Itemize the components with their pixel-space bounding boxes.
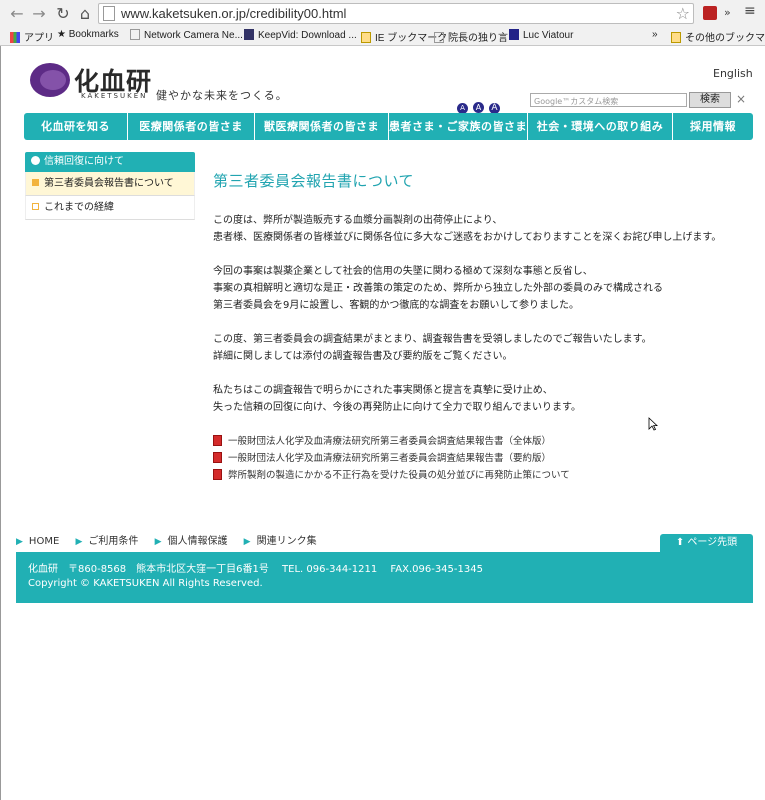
font-size-controls: AAA <box>457 95 505 114</box>
triangle-right-icon: ▶ <box>75 537 83 547</box>
bookmarks-bar: アプリ ★ Bookmarks Network Camera Ne... Kee… <box>0 27 765 45</box>
footer-link-home[interactable]: ▶ HOME <box>16 536 59 547</box>
bookmark-other[interactable]: その他のブックマーク <box>671 29 765 44</box>
search-button[interactable]: 検索 <box>689 92 731 108</box>
apps-icon <box>10 32 20 43</box>
keepvid-icon <box>244 29 254 40</box>
global-nav: 化血研を知る 医療関係者の皆さま 獣医療関係者の皆さま 患者さま・ご家族の皆さま… <box>24 113 753 140</box>
tagline: 健やかな未来をつくる。 <box>156 89 288 102</box>
footer-address: 化血研 〒860-8568 熊本市北区大窪一丁目6番1号 TEL. 096-34… <box>28 564 483 575</box>
paragraph: この度、第三者委員会の調査結果がまとまり、調査報告書を受領しましたのでご報告いた… <box>213 334 652 362</box>
pdf-icon <box>213 452 222 463</box>
paragraph: この度は、弊所が製造販売する血漿分画製剤の出荷停止により、 患者様、医療関係者の… <box>213 215 722 243</box>
square-bullet-icon <box>32 179 39 186</box>
menu-icon[interactable]: ≡ <box>744 3 756 19</box>
bookmark-director[interactable]: 院長の独り言 <box>434 29 508 44</box>
gnav-patients[interactable]: 患者さま・ご家族の皆さま <box>389 113 528 140</box>
folder-icon <box>671 32 681 43</box>
english-link[interactable]: English <box>713 67 753 80</box>
sidebar: 信頼回復に向けて 第三者委員会報告書について これまでの経緯 <box>25 152 195 220</box>
footer: 化血研 〒860-8568 熊本市北区大窪一丁目6番1号 TEL. 096-34… <box>16 552 753 603</box>
pdf-icon <box>213 469 222 480</box>
bookmark-keepvid[interactable]: KeepVid: Download ... <box>244 29 357 41</box>
page-icon <box>103 6 115 21</box>
back-icon[interactable]: ← <box>8 5 26 23</box>
footer-link-privacy[interactable]: ▶ 個人情報保護 <box>155 536 228 547</box>
home-icon[interactable]: ⌂ <box>76 5 94 23</box>
page-icon <box>434 32 444 43</box>
sidebar-item-report[interactable]: 第三者委員会報告書について <box>25 172 195 196</box>
mouse-cursor-icon <box>648 417 658 431</box>
bookmark-apps[interactable]: アプリ <box>10 29 54 44</box>
pdf-link-summary[interactable]: 一般財団法人化学及血清療法研究所第三者委員会調査結果報告書（要約版） <box>213 450 753 467</box>
sidebar-heading: 信頼回復に向けて <box>25 152 195 172</box>
page-icon <box>130 29 140 40</box>
footer-link-links[interactable]: ▶ 関連リンク集 <box>244 536 317 547</box>
paragraph: 今回の事案は製薬企業として社会的信用の失墜に関わる極めて深刻な事態と反省し、 事… <box>213 266 663 311</box>
star-icon: ★ <box>57 29 69 40</box>
bookmark-star-icon[interactable]: ☆ <box>676 4 690 23</box>
circle-arrow-icon <box>31 156 40 165</box>
arrow-up-icon: ⬆ <box>675 537 688 548</box>
extension-icon[interactable] <box>703 6 717 20</box>
pdf-link-list: 一般財団法人化学及血清療法研究所第三者委員会調査結果報告書（全体版） 一般財団法… <box>213 433 753 484</box>
bookmark-luc-viatour[interactable]: Luc Viatour <box>509 29 573 41</box>
url-text[interactable]: www.kaketsuken.or.jp/credibility00.html <box>121 6 346 21</box>
paragraph: 私たちはこの調査報告で明らかにされた事実関係と提言を真摯に受け止め、 失った信頼… <box>213 385 581 413</box>
search-clear-icon[interactable]: × <box>736 92 746 106</box>
window-edge <box>0 46 3 800</box>
more-extensions-icon[interactable]: » <box>724 6 731 19</box>
triangle-right-icon: ▶ <box>154 537 162 547</box>
logo-subtext: KAKETSUKEN <box>81 92 148 100</box>
luc-icon <box>509 29 519 40</box>
gnav-recruit[interactable]: 採用情報 <box>673 113 753 140</box>
triangle-right-icon: ▶ <box>243 537 251 547</box>
page-top-button[interactable]: ⬆ ページ先頭 <box>660 534 753 552</box>
search-input[interactable]: Google™カスタム検索 <box>530 93 687 107</box>
gnav-about[interactable]: 化血研を知る <box>24 113 128 140</box>
reload-icon[interactable]: ↻ <box>54 5 72 23</box>
footer-nav: ▶ HOME ▶ ご利用条件 ▶ 個人情報保護 ▶ 関連リンク集 <box>16 532 330 547</box>
page-title: 第三者委員会報告書について <box>213 172 415 190</box>
gnav-csr[interactable]: 社会・環境への取り組み <box>528 113 673 140</box>
sidebar-item-history[interactable]: これまでの経緯 <box>25 196 195 220</box>
font-size-medium-button[interactable]: A <box>473 102 484 113</box>
logo-mark-icon <box>30 63 70 97</box>
square-bullet-icon <box>32 203 39 210</box>
pdf-link-measures[interactable]: 弊所製剤の製造にかかる不正行為を受けた役員の処分並びに再発防止策について <box>213 467 753 484</box>
pdf-link-full[interactable]: 一般財団法人化学及血清療法研究所第三者委員会調査結果報告書（全体版） <box>213 433 753 450</box>
bookmarks-overflow[interactable]: » <box>652 29 658 40</box>
folder-icon <box>361 32 371 43</box>
main-content: 第三者委員会報告書について この度は、弊所が製造販売する血漿分画製剤の出荷停止に… <box>213 170 753 484</box>
address-bar[interactable]: www.kaketsuken.or.jp/credibility00.html … <box>98 3 694 24</box>
gnav-veterinary[interactable]: 獣医療関係者の皆さま <box>255 113 389 140</box>
triangle-right-icon: ▶ <box>16 537 23 547</box>
browser-chrome: ← → ↻ ⌂ www.kaketsuken.or.jp/credibility… <box>0 0 765 46</box>
bookmark-bookmarks[interactable]: ★ Bookmarks <box>57 29 119 40</box>
bookmark-network-camera[interactable]: Network Camera Ne... <box>130 29 243 41</box>
footer-copyright: Copyright © KAKETSUKEN All Rights Reserv… <box>28 578 263 589</box>
pdf-icon <box>213 435 222 446</box>
gnav-medical[interactable]: 医療関係者の皆さま <box>128 113 255 140</box>
footer-link-terms[interactable]: ▶ ご利用条件 <box>75 536 138 547</box>
forward-icon[interactable]: → <box>30 5 48 23</box>
